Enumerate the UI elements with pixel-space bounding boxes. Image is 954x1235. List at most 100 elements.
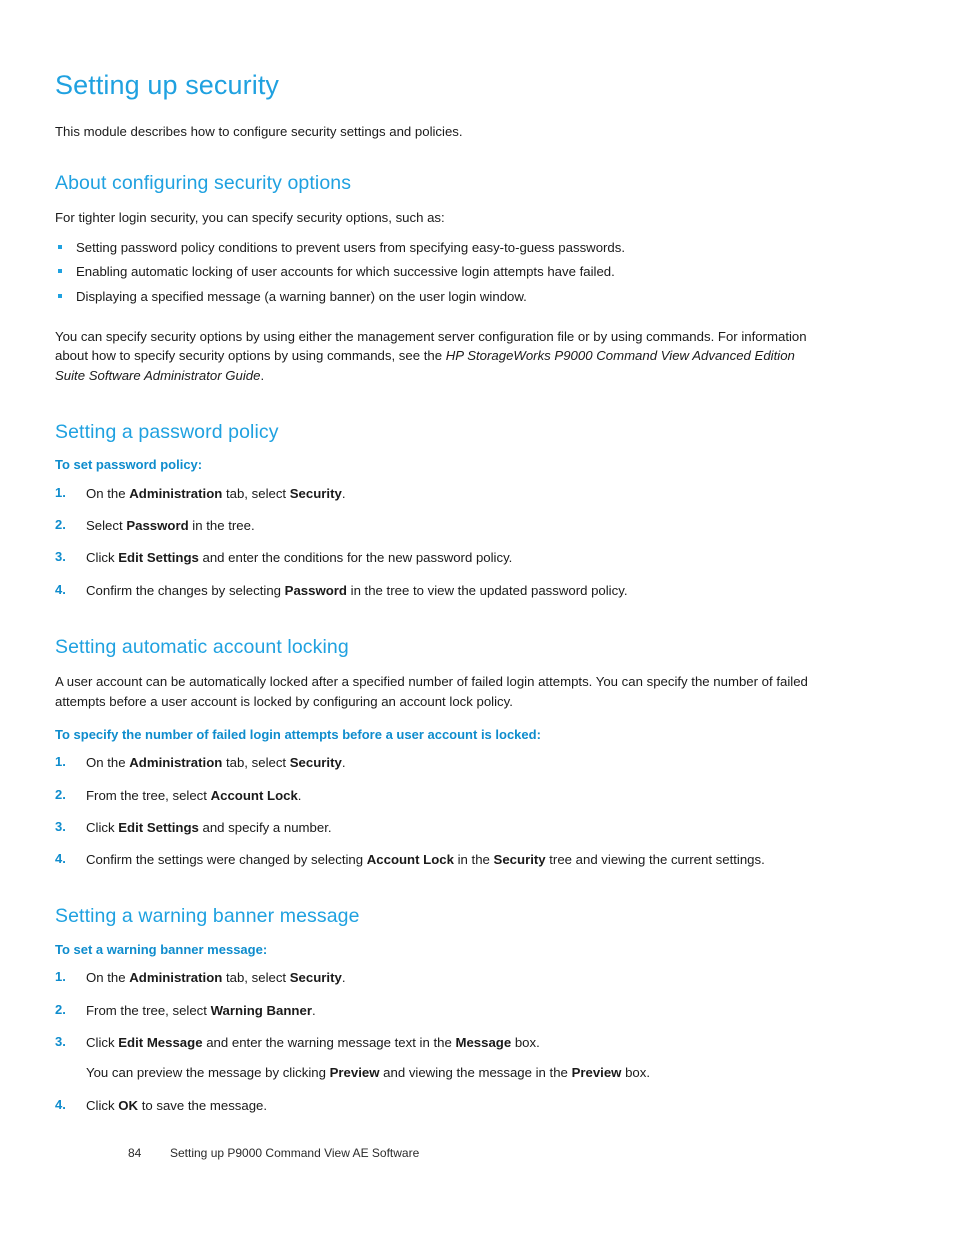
emphasis-term: Security xyxy=(289,970,342,986)
procedure-heading-warning-banner: To set a warning banner message: xyxy=(55,941,268,957)
emphasis-term: Account Lock xyxy=(210,787,298,803)
step-number: 4. xyxy=(55,1096,66,1112)
step-number: 4. xyxy=(55,851,66,867)
page-number: 84 xyxy=(128,1146,142,1160)
chapter-intro-paragraph: This module describes how to configure s… xyxy=(55,124,463,140)
step-number: 4. xyxy=(55,581,66,597)
list-item-text: Displaying a specified message (a warnin… xyxy=(76,288,527,304)
emphasis-term: Edit Message xyxy=(118,1035,203,1051)
plain-text: . xyxy=(341,970,346,986)
plain-text: in the tree. xyxy=(188,518,255,534)
plain-text: . xyxy=(297,787,302,803)
step-number: 1. xyxy=(55,754,66,770)
procedure-steps-password-policy: 1. On the Administration tab, select Sec… xyxy=(55,484,815,600)
list-item: 2. From the tree, select Warning Banner. xyxy=(55,1001,815,1020)
section-heading-about-configuring: About configuring security options xyxy=(55,171,352,194)
section-closing-paragraph: You can specify security options by usin… xyxy=(55,327,815,385)
page-title: Setting up security xyxy=(55,70,280,100)
emphasis-term: Account Lock xyxy=(366,852,454,868)
list-item: Setting password policy conditions to pr… xyxy=(55,238,815,257)
plain-text: box. xyxy=(511,1035,540,1051)
plain-text: . xyxy=(341,485,346,501)
step-text: From the tree, select Account Lock. xyxy=(86,788,301,803)
emphasis-term: Password xyxy=(284,582,347,598)
list-item: 4. Click OK to save the message. xyxy=(55,1096,815,1115)
plain-text: On the xyxy=(86,755,130,771)
plain-text: in the tree to view the updated password… xyxy=(346,582,628,598)
plain-text: box. xyxy=(621,1065,651,1081)
step-number: 3. xyxy=(55,818,66,834)
plain-text: . xyxy=(311,1002,316,1018)
plain-text: . xyxy=(341,755,346,771)
list-item: 3. Click Edit Settings and specify a num… xyxy=(55,818,815,837)
plain-text: From the tree, select xyxy=(86,1002,211,1018)
step-number: 1. xyxy=(55,484,66,500)
step-number: 2. xyxy=(55,517,66,533)
emphasis-term: OK xyxy=(118,1097,139,1113)
plain-text: and viewing the message in the xyxy=(379,1065,572,1081)
security-options-bullet-list: Setting password policy conditions to pr… xyxy=(55,238,815,306)
emphasis-term: Message xyxy=(455,1035,512,1051)
emphasis-term: Security xyxy=(289,755,342,771)
bullet-dot-icon xyxy=(58,245,62,250)
plain-text: Click xyxy=(86,1097,119,1113)
plain-text: and enter the conditions for the new pas… xyxy=(198,550,513,566)
step-number: 1. xyxy=(55,969,66,985)
step-number: 3. xyxy=(55,549,66,565)
step-text: On the Administration tab, select Securi… xyxy=(86,970,345,985)
plain-text: Click xyxy=(86,819,119,835)
plain-text: From the tree, select xyxy=(86,787,211,803)
step-number: 2. xyxy=(55,1001,66,1017)
list-item: Enabling automatic locking of user accou… xyxy=(55,262,815,281)
step-text: Select Password in the tree. xyxy=(86,518,255,533)
step-number: 2. xyxy=(55,786,66,802)
plain-text: tab, select xyxy=(222,755,290,771)
page-footer: 84 Setting up P9000 Command View AE Softw… xyxy=(128,1146,419,1160)
section-heading-warning-banner: Setting a warning banner message xyxy=(55,905,360,928)
plain-text: You can preview the message by clicking xyxy=(86,1065,330,1081)
emphasis-term: Preview xyxy=(571,1065,622,1081)
emphasis-term: Administration xyxy=(129,970,223,986)
step-text: Confirm the changes by selecting Passwor… xyxy=(86,583,628,598)
section-lead-paragraph: For tighter login security, you can spec… xyxy=(55,209,445,225)
emphasis-term: Security xyxy=(289,485,342,501)
document-page: Setting up security This module describe… xyxy=(0,0,954,1235)
plain-text: and specify a number. xyxy=(198,819,332,835)
step-text: Confirm the settings were changed by sel… xyxy=(86,852,765,867)
bullet-dot-icon xyxy=(58,269,62,274)
list-item: 4. Confirm the changes by selecting Pass… xyxy=(55,581,815,600)
step-note-text: You can preview the message by clicking … xyxy=(86,1063,815,1082)
step-number: 3. xyxy=(55,1034,66,1050)
list-item-text: Enabling automatic locking of user accou… xyxy=(76,264,615,280)
closing-text-part-2: . xyxy=(260,367,265,383)
list-item: 2. From the tree, select Account Lock. xyxy=(55,786,815,805)
step-text: Click Edit Settings and specify a number… xyxy=(86,820,332,835)
procedure-steps-account-lock: 1. On the Administration tab, select Sec… xyxy=(55,753,815,869)
section-heading-account-locking: Setting automatic account locking xyxy=(55,635,349,658)
footer-label: Setting up P9000 Command View AE Softwar… xyxy=(170,1146,420,1160)
list-item-text: Setting password policy conditions to pr… xyxy=(76,240,626,256)
plain-text: Click xyxy=(86,1035,119,1051)
plain-text: in the xyxy=(453,852,494,868)
plain-text: On the xyxy=(86,970,130,986)
step-text: On the Administration tab, select Securi… xyxy=(86,755,345,770)
procedure-heading-password-policy: To set password policy: xyxy=(55,457,203,473)
list-item: 2. Select Password in the tree. xyxy=(55,516,815,535)
plain-text: to save the message. xyxy=(138,1097,268,1113)
step-text: Click OK to save the message. xyxy=(86,1098,267,1113)
emphasis-term: Password xyxy=(126,518,189,534)
plain-text: Select xyxy=(86,518,127,534)
step-text: Click Edit Settings and enter the condit… xyxy=(86,550,512,565)
